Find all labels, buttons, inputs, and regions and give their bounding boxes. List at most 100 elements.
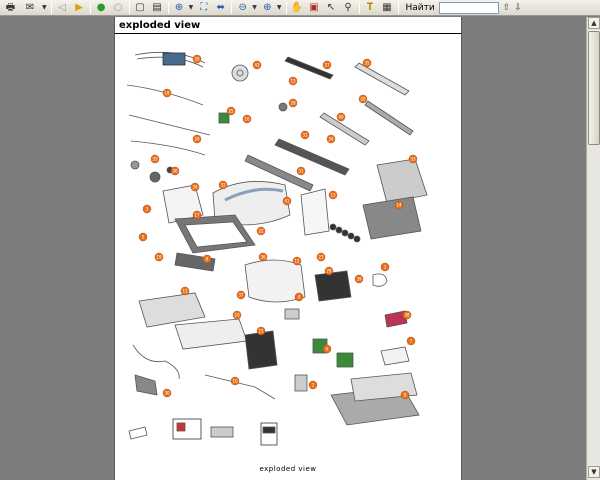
- callout-marker: 32: [218, 180, 228, 190]
- callout-number: 31: [298, 169, 304, 174]
- find-icon[interactable]: ⚲: [341, 1, 356, 14]
- callout-number: 31: [302, 133, 308, 138]
- callout-marker: 22: [256, 226, 266, 236]
- callout-marker: 26: [192, 54, 202, 64]
- callout-number: 30: [164, 391, 170, 396]
- back-icon[interactable]: ◁: [55, 1, 70, 14]
- callout-marker: 29: [324, 266, 334, 276]
- callout-marker: 39: [354, 274, 364, 284]
- find-label: Найти: [405, 2, 435, 13]
- callout-number: 15: [290, 79, 296, 84]
- callout-number: 34: [192, 185, 198, 190]
- callout-marker: 19: [154, 252, 164, 262]
- zoom-out-icon[interactable]: ⊖: [235, 1, 250, 14]
- callout-marker: 10: [230, 376, 240, 386]
- print-icon[interactable]: 🖶: [3, 1, 18, 14]
- scroll-thumb[interactable]: [588, 31, 600, 145]
- page-title: exploded view: [119, 20, 201, 31]
- callout-marker: 21: [256, 326, 266, 336]
- chevron-down-icon[interactable]: ▼: [277, 4, 282, 11]
- callout-number: 12: [294, 259, 300, 264]
- toolbar-separator: [358, 1, 360, 14]
- image-select-icon[interactable]: ▦: [380, 1, 395, 14]
- callout-marker: 38: [402, 310, 412, 320]
- callout-number: 37: [238, 293, 244, 298]
- vertical-scrollbar[interactable]: ▲ ▼: [586, 17, 600, 480]
- text-select-icon[interactable]: 𝐓: [363, 1, 378, 14]
- callout-number: 21: [258, 329, 264, 334]
- callout-number: 4: [298, 295, 301, 300]
- callout-marker: 12: [292, 256, 302, 266]
- chevron-down-icon[interactable]: ▼: [189, 4, 194, 11]
- callout-number: 39: [356, 277, 362, 282]
- callout-marker: 2: [380, 262, 390, 272]
- callout-number: 26: [194, 57, 200, 62]
- callout-number: 17: [194, 213, 200, 218]
- callout-marker: 33: [150, 154, 160, 164]
- document-page: exploded view 26 43 27 35 15 18 20 28 25…: [114, 17, 462, 480]
- callout-number: 28: [290, 101, 296, 106]
- toolbar-separator: [167, 1, 169, 14]
- continuous-page-icon[interactable]: ▤: [150, 1, 165, 14]
- select-tool-icon[interactable]: ↖: [324, 1, 339, 14]
- callout-marker: 33: [408, 154, 418, 164]
- find-input[interactable]: [438, 1, 499, 14]
- zoom-in-icon[interactable]: ⊕: [172, 1, 187, 14]
- callout-number: 41: [284, 199, 290, 204]
- callout-number: 5: [142, 235, 145, 240]
- callout-number: 23: [318, 255, 324, 260]
- snapshot-icon[interactable]: ▣: [307, 1, 322, 14]
- callout-number: 3: [146, 207, 149, 212]
- callout-marker: 11: [180, 286, 190, 296]
- prev-page-icon[interactable]: ●: [94, 1, 109, 14]
- callout-marker: 8: [400, 390, 410, 400]
- chevron-down-icon[interactable]: ▼: [252, 4, 257, 11]
- callout-number: 34: [328, 137, 334, 142]
- callout-number: 29: [326, 269, 332, 274]
- callout-number: 36: [260, 255, 266, 260]
- toolbar-separator: [231, 1, 233, 14]
- exploded-view-diagram: 2643 27 35151820282516 40243133343330343132…: [126, 51, 428, 446]
- chevron-down-icon[interactable]: ▼: [42, 4, 47, 11]
- next-page-icon[interactable]: ○: [111, 1, 126, 14]
- page-footer: exploded view: [259, 465, 317, 473]
- callout-marker: 24: [192, 134, 202, 144]
- callout-marker: 18: [162, 88, 172, 98]
- zoom-plus-icon[interactable]: ⊕: [260, 1, 275, 14]
- scroll-up-icon[interactable]: ▲: [588, 17, 600, 29]
- callout-number: 16: [244, 117, 250, 122]
- hand-tool-icon[interactable]: ✋: [290, 1, 305, 14]
- callout-number: 33: [410, 157, 416, 162]
- callout-number: 30: [172, 169, 178, 174]
- toolbar: 🖶 ✉ ▼ ◁ ▶ ● ○ ▢ ▤ ⊕ ▼ ⛶ ⬌ ⊖ ▼ ⊕ ▼ ✋ ▣ ↖ …: [0, 0, 600, 16]
- callout-marker: 34: [326, 134, 336, 144]
- callout-marker: 14: [394, 200, 404, 210]
- email-icon[interactable]: ✉: [20, 1, 40, 14]
- callout-number: 20: [360, 97, 366, 102]
- callout-marker: 43: [252, 60, 262, 70]
- callout-marker: 40: [336, 112, 346, 122]
- find-previous-icon[interactable]: ⇧: [503, 3, 511, 13]
- fit-width-icon[interactable]: ⬌: [213, 1, 228, 14]
- callout-marker: 16: [242, 114, 252, 124]
- callout-number: 8: [404, 393, 407, 398]
- scroll-down-icon[interactable]: ▼: [588, 466, 600, 478]
- callout-number: 2: [384, 265, 387, 270]
- callout-marker: 27: [322, 60, 332, 70]
- callout-number: 32: [220, 183, 226, 188]
- callout-marker: 7: [406, 336, 416, 346]
- callout-marker: 5: [138, 232, 148, 242]
- callout-number: 6: [326, 347, 329, 352]
- callout-marker: 25: [226, 106, 236, 116]
- fit-page-icon[interactable]: ⛶: [196, 1, 211, 14]
- callout-marker: 37: [236, 290, 246, 300]
- find-next-icon[interactable]: ⇩: [514, 3, 522, 13]
- toolbar-separator: [89, 1, 91, 14]
- callout-marker: 20: [358, 94, 368, 104]
- forward-icon[interactable]: ▶: [72, 1, 87, 14]
- callout-number: 27: [324, 63, 330, 68]
- callout-number: 38: [404, 313, 410, 318]
- single-page-icon[interactable]: ▢: [133, 1, 148, 14]
- callout-number: 25: [228, 109, 234, 114]
- callout-marker: 4: [294, 292, 304, 302]
